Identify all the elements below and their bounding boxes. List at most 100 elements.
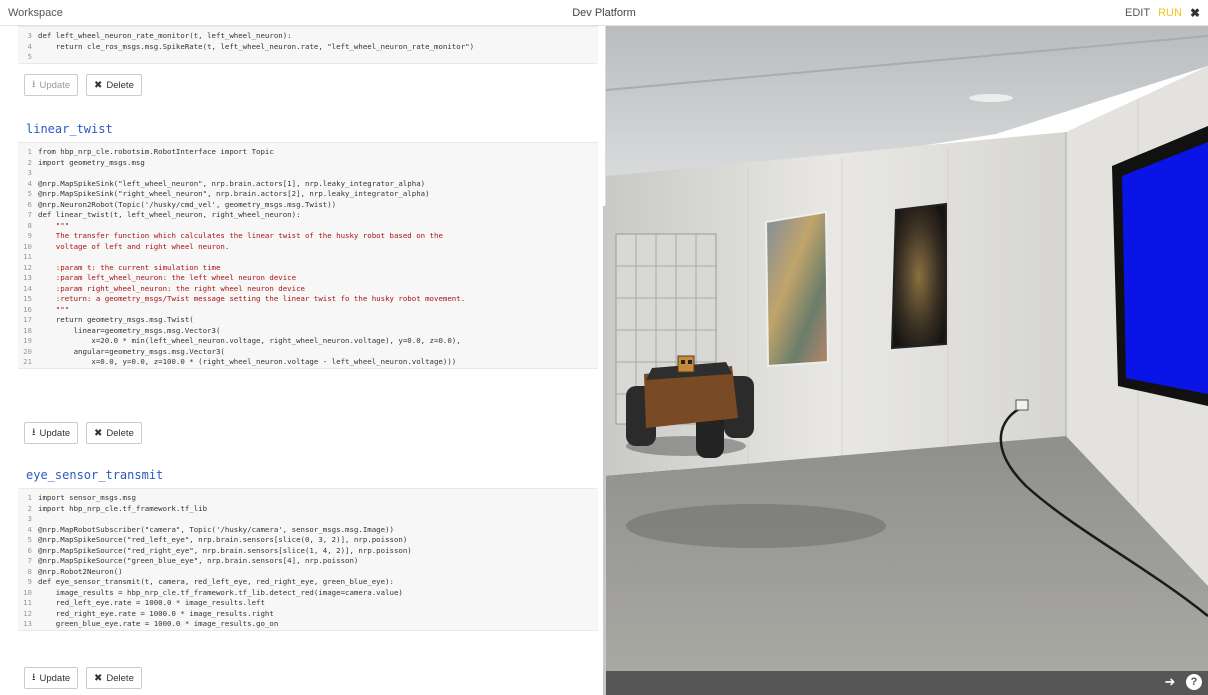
top-bar: Workspace Dev Platform EDIT RUN ✖ xyxy=(0,0,1208,26)
exit-icon[interactable]: ➜ xyxy=(1162,674,1178,690)
code-line[interactable]: 15 :return: a geometry_msgs/Twist messag… xyxy=(18,294,598,305)
code-editor-block-2[interactable]: 1 import sensor_msgs.msg 2 import hbp_nrp_c… xyxy=(18,488,598,631)
code-line[interactable]: 12 :param t: the current simulation time xyxy=(18,263,598,274)
floor-shadow xyxy=(626,504,886,548)
page-title: Dev Platform xyxy=(572,7,636,19)
code-line[interactable]: 16 """ xyxy=(18,305,598,316)
code-line[interactable]: 11 xyxy=(18,252,598,263)
code-line[interactable]: 10 voltage of left and right wheel neuro… xyxy=(18,242,598,253)
code-text: @nrp.Neuron2Robot(Topic('/husky/cmd_vel'… xyxy=(38,199,337,209)
line-number: 17 xyxy=(23,315,32,324)
code-text: :param t: the current simulation time xyxy=(38,262,221,272)
code-text: image_results = hbp_nrp_cle.tf_framework… xyxy=(38,587,403,597)
code-line[interactable]: 8 @nrp.Robot2Neuron() xyxy=(18,567,598,578)
code-line[interactable]: 20 angular=geometry_msgs.msg.Vector3( xyxy=(18,347,598,358)
code-line[interactable]: 3 def left_wheel_neuron_rate_monitor(t, l… xyxy=(18,31,598,42)
painting-abstract xyxy=(764,210,830,368)
code-line[interactable]: 9 def eye_sensor_transmit(t, camera, red_… xyxy=(18,577,598,588)
code-line[interactable]: 7 def linear_twist(t, left_wheel_neuron, … xyxy=(18,210,598,221)
upload-icon: ⭳ xyxy=(32,426,36,438)
topbar-actions: EDIT RUN ✖ xyxy=(1125,6,1200,20)
line-number: 10 xyxy=(23,587,32,597)
code-text: return geometry_msgs.msg.Twist( xyxy=(38,315,194,324)
code-line[interactable]: 13 green_blue_eye.rate = 1000.0 * image_… xyxy=(18,619,598,630)
code-text: """ xyxy=(38,220,70,230)
code-text: return cle_ros_msgs.msg.SpikeRate(t, lef… xyxy=(38,41,475,51)
code-text: voltage of left and right wheel neuron. xyxy=(38,241,230,251)
3d-scene[interactable] xyxy=(606,26,1208,671)
code-line[interactable]: 4 @nrp.MapSpikeSink("left_wheel_neuron", … xyxy=(18,179,598,190)
line-number: 1 xyxy=(27,147,32,156)
line-number: 7 xyxy=(27,210,32,219)
code-line[interactable]: 10 image_results = hbp_nrp_cle.tf_framew… xyxy=(18,588,598,599)
code-line[interactable]: 3 xyxy=(18,514,598,525)
line-number: 8 xyxy=(27,566,32,576)
code-text: x=20.0 * min(left_wheel_neuron.voltage, … xyxy=(38,336,461,345)
code-line[interactable]: 6 @nrp.Neuron2Robot(Topic('/husky/cmd_vel… xyxy=(18,200,598,211)
code-line[interactable]: 8 """ xyxy=(18,221,598,232)
code-line[interactable]: 21 x=0.0, y=0.0, z=100.0 * (right_wheel_… xyxy=(18,357,598,368)
code-line[interactable]: 5 @nrp.MapSpikeSink("right_wheel_neuron",… xyxy=(18,189,598,200)
line-number: 10 xyxy=(23,241,32,251)
code-line[interactable]: 2 import geometry_msgs.msg xyxy=(18,158,598,169)
code-text: The transfer function which calculates t… xyxy=(38,231,443,240)
code-line[interactable]: 9 The transfer function which calculates… xyxy=(18,231,598,242)
line-number: 3 xyxy=(27,514,32,523)
line-number: 13 xyxy=(23,273,32,282)
code-text: :return: a geometry_msgs/Twist message s… xyxy=(38,294,466,303)
line-number: 13 xyxy=(23,619,32,628)
code-line[interactable]: 17 return geometry_msgs.msg.Twist( xyxy=(18,315,598,326)
code-line[interactable]: 12 red_right_eye.rate = 1000.0 * image_r… xyxy=(18,609,598,620)
code-editor-block-0[interactable]: 3 def left_wheel_neuron_rate_monitor(t, l… xyxy=(18,26,598,64)
code-line[interactable]: 3 xyxy=(18,168,598,179)
upload-icon: ⭳ xyxy=(32,671,36,683)
line-number: 8 xyxy=(27,220,32,230)
code-line[interactable]: 4 return cle_ros_msgs.msg.SpikeRate(t, l… xyxy=(18,42,598,53)
run-button[interactable]: RUN xyxy=(1158,7,1182,19)
code-line[interactable]: 11 red_left_eye.rate = 1000.0 * image_re… xyxy=(18,598,598,609)
workspace-label[interactable]: Workspace xyxy=(8,7,63,19)
power-outlet xyxy=(1015,399,1029,411)
code-line[interactable]: 4 @nrp.MapRobotSubscriber("camera", Topic… xyxy=(18,525,598,536)
line-number: 5 xyxy=(27,535,32,544)
line-number: 7 xyxy=(27,556,32,565)
tf-title-eye-sensor-transmit: eye_sensor_transmit xyxy=(26,468,164,482)
help-icon[interactable]: ? xyxy=(1186,674,1202,690)
code-line[interactable]: 14 :param right_wheel_neuron: the right … xyxy=(18,284,598,295)
line-number: 20 xyxy=(23,346,32,356)
update-button-1[interactable]: ⭳ Update xyxy=(24,422,79,444)
painting-dark xyxy=(890,202,947,350)
line-number: 5 xyxy=(27,189,32,198)
code-text: :param left_wheel_neuron: the left wheel… xyxy=(38,273,297,282)
code-line[interactable]: 6 @nrp.MapSpikeSource("red_right_eye", nr… xyxy=(18,546,598,557)
delete-button-1[interactable]: ✖ Delete xyxy=(86,422,142,444)
delete-button-0[interactable]: ✖ Delete xyxy=(86,74,142,96)
code-line[interactable]: 1 import sensor_msgs.msg xyxy=(18,493,598,504)
code-line[interactable]: 19 x=20.0 * min(left_wheel_neuron.voltag… xyxy=(18,336,598,347)
code-line[interactable]: 7 @nrp.MapSpikeSource("green_blue_eye", n… xyxy=(18,556,598,567)
code-line[interactable]: 18 linear=geometry_msgs.msg.Vector3( xyxy=(18,326,598,337)
code-text: angular=geometry_msgs.msg.Vector3( xyxy=(38,346,225,356)
code-line[interactable]: 5 xyxy=(18,52,598,63)
simulation-viewport[interactable] xyxy=(606,26,1208,671)
edit-button[interactable]: EDIT xyxy=(1125,7,1150,19)
code-line[interactable]: 2 import hbp_nrp_cle.tf_framework.tf_lib xyxy=(18,504,598,515)
bottom-bar: ➜ ? xyxy=(606,671,1208,695)
code-line[interactable]: 13 :param left_wheel_neuron: the left wh… xyxy=(18,273,598,284)
update-button-2[interactable]: ⭳ Update xyxy=(24,667,79,689)
delete-button-2[interactable]: ✖ Delete xyxy=(86,667,142,689)
line-number: 11 xyxy=(23,598,32,607)
code-text: import sensor_msgs.msg xyxy=(38,493,136,502)
close-icon[interactable]: ✖ xyxy=(1190,6,1200,20)
code-line[interactable]: 5 @nrp.MapSpikeSource("red_left_eye", nrp… xyxy=(18,535,598,546)
code-text: from hbp_nrp_cle.robotsim.RobotInterface… xyxy=(38,147,274,156)
line-number: 9 xyxy=(27,231,32,240)
line-number: 6 xyxy=(27,199,32,209)
update-button-0[interactable]: ⭳ Update xyxy=(24,74,79,96)
line-number: 19 xyxy=(23,336,32,345)
code-line[interactable]: 1 from hbp_nrp_cle.robotsim.RobotInterfac… xyxy=(18,147,598,158)
code-editor-block-1[interactable]: 1 from hbp_nrp_cle.robotsim.RobotInterfac… xyxy=(18,142,598,369)
close-icon: ✖ xyxy=(94,427,103,439)
code-text: def eye_sensor_transmit(t, camera, red_l… xyxy=(38,577,394,586)
line-number: 4 xyxy=(27,524,32,534)
